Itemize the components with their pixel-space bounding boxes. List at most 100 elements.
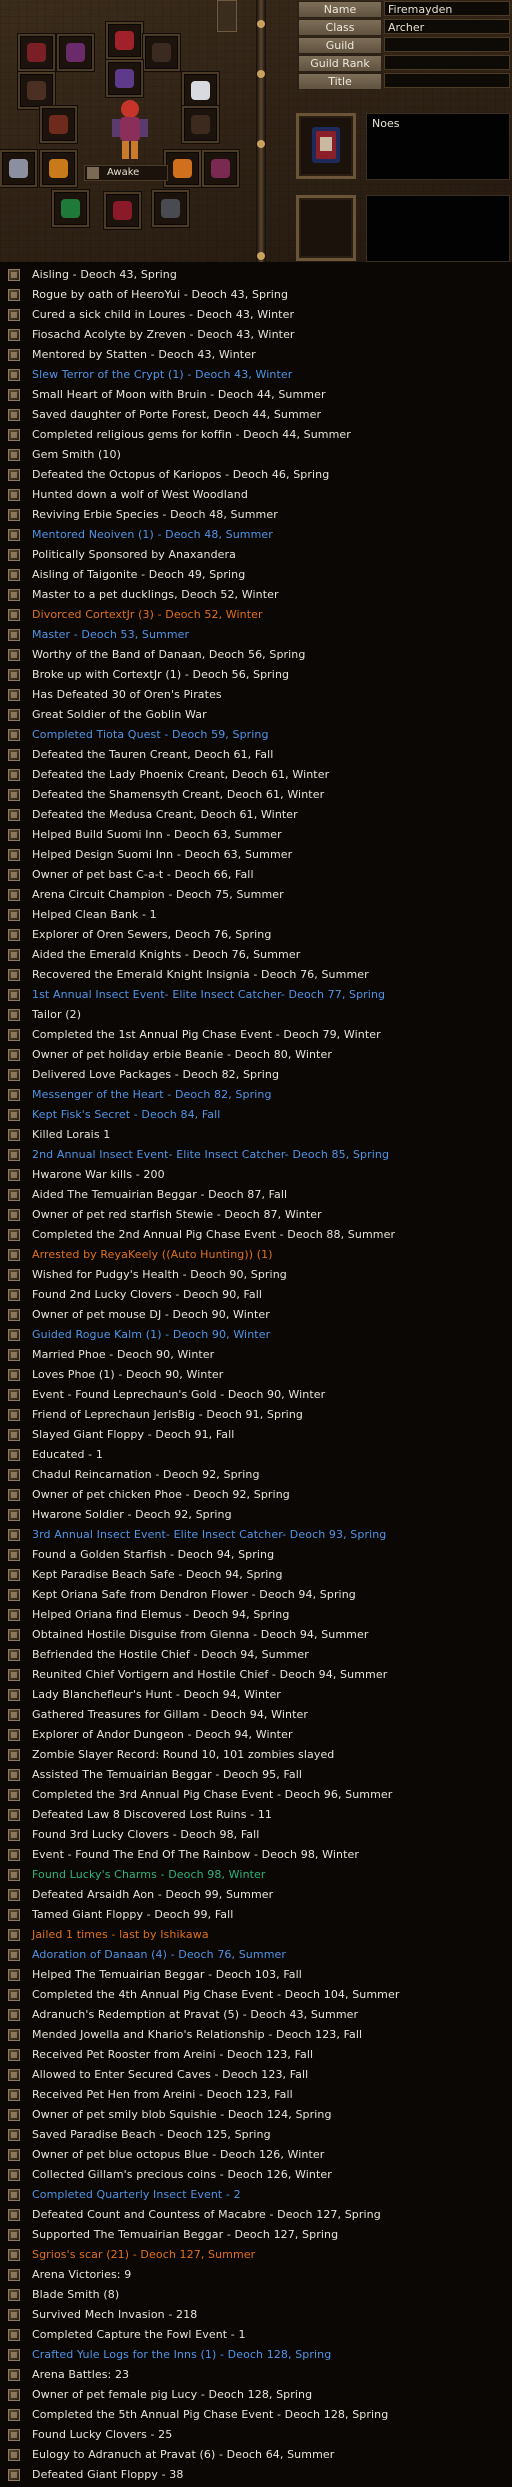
- legend-mark-row: Found a Golden Starfish - Deoch 94, Spri…: [0, 1545, 512, 1565]
- legend-mark-text: Saved daughter of Porte Forest, Deoch 44…: [32, 408, 322, 421]
- legend-mark-row: Loves Phoe (1) - Deoch 90, Winter: [0, 1365, 512, 1385]
- legend-mark-row: Owner of pet smily blob Squishie - Deoch…: [0, 2105, 512, 2125]
- equip-slot-right-ring[interactable]: [164, 150, 201, 187]
- equip-slot-earring[interactable]: [143, 34, 180, 71]
- legend-mark-text: Completed the 3rd Annual Pig Chase Event…: [32, 1788, 393, 1801]
- legend-mark-icon: [8, 1709, 20, 1721]
- equip-slot-left-hand[interactable]: [18, 72, 55, 109]
- legend-mark-icon: [8, 529, 20, 541]
- legend-mark-row: Adranuch's Redemption at Pravat (5) - De…: [0, 2005, 512, 2025]
- legend-mark-text: Event - Found The End Of The Rainbow - D…: [32, 1848, 359, 1861]
- legend-mark-icon: [8, 2189, 20, 2201]
- gauntlet-icon: [27, 81, 46, 100]
- legend-mark-text: Educated - 1: [32, 1448, 103, 1461]
- legend-mark-text: Defeated the Lady Phoenix Creant, Deoch …: [32, 768, 330, 781]
- accessory-icon: [161, 199, 180, 218]
- equip-slot-boots[interactable]: [104, 192, 141, 229]
- guild-rank-value: [384, 55, 510, 70]
- legend-mark-text: Owner of pet holiday erbie Beanie - Deoc…: [32, 1048, 332, 1061]
- equip-slot-gloves[interactable]: [0, 150, 37, 187]
- equip-slot-overcoat[interactable]: [182, 106, 219, 143]
- legend-mark-icon: [8, 2069, 20, 2081]
- legend-mark-text: Mentored by Statten - Deoch 43, Winter: [32, 348, 256, 361]
- legend-mark-icon: [8, 349, 20, 361]
- equip-slot-weapon[interactable]: [18, 34, 55, 71]
- legend-mark-icon: [8, 629, 20, 641]
- legend-mark-text: Zombie Slayer Record: Round 10, 101 zomb…: [32, 1748, 335, 1761]
- legend-mark-text: Messenger of the Heart - Deoch 82, Sprin…: [32, 1088, 272, 1101]
- legend-mark-icon: [8, 489, 20, 501]
- legend-mark-text: Helped Build Suomi Inn - Deoch 63, Summe…: [32, 828, 282, 841]
- legend-mark-text: Defeated Count and Countess of Macabre -…: [32, 2208, 381, 2221]
- legend-mark-row: Defeated the Octopus of Kariopos - Deoch…: [0, 465, 512, 485]
- legend-mark-row: Mentored Neoiven (1) - Deoch 48, Summer: [0, 525, 512, 545]
- legend-mark-text: 2nd Annual Insect Event- Elite Insect Ca…: [32, 1148, 390, 1161]
- legend-mark-row: Jailed 1 times - last by Ishikawa: [0, 1925, 512, 1945]
- legend-mark-text: Found 2nd Lucky Clovers - Deoch 90, Fall: [32, 1288, 263, 1301]
- legend-mark-text: Befriended the Hostile Chief - Deoch 94,…: [32, 1648, 309, 1661]
- legend-mark-icon: [8, 2089, 20, 2101]
- legend-mark-icon: [8, 1649, 20, 1661]
- legend-mark-text: Collected Gillam's precious coins - Deoc…: [32, 2168, 332, 2181]
- legend-mark-row: Arena Circuit Champion - Deoch 75, Summe…: [0, 885, 512, 905]
- legend-mark-row: Assisted The Temuairian Beggar - Deoch 9…: [0, 1765, 512, 1785]
- legend-mark-row: Completed Tiota Quest - Deoch 59, Spring: [0, 725, 512, 745]
- legend-mark-row: Master to a pet ducklings, Deoch 52, Win…: [0, 585, 512, 605]
- legend-mark-text: Explorer of Andor Dungeon - Deoch 94, Wi…: [32, 1728, 293, 1741]
- bow-icon: [49, 115, 68, 134]
- legend-mark-icon: [8, 1029, 20, 1041]
- legend-mark-text: Worthy of the Band of Danaan, Deoch 56, …: [32, 648, 306, 661]
- equip-slot-belt[interactable]: [202, 150, 239, 187]
- legend-mark-row: Gathered Treasures for Gillam - Deoch 94…: [0, 1705, 512, 1725]
- legend-mark-row: Helped Clean Bank - 1: [0, 905, 512, 925]
- legend-mark-icon: [8, 1669, 20, 1681]
- equip-slot-greaves[interactable]: [52, 190, 89, 227]
- legend-mark-row: Master - Deoch 53, Summer: [0, 625, 512, 645]
- legend-mark-row: Gem Smith (10): [0, 445, 512, 465]
- legend-mark-row: Befriended the Hostile Chief - Deoch 94,…: [0, 1645, 512, 1665]
- legend-mark-row: Aisling of Taigonite - Deoch 49, Spring: [0, 565, 512, 585]
- equip-slot-necklace[interactable]: [106, 60, 143, 97]
- legend-mark-row: Survived Mech Invasion - 218: [0, 2305, 512, 2325]
- legend-mark-icon: [8, 929, 20, 941]
- legend-mark-icon: [8, 1089, 20, 1101]
- legend-mark-icon: [8, 809, 20, 821]
- legend-mark-row: Helped The Temuairian Beggar - Deoch 103…: [0, 1965, 512, 1985]
- legend-mark-icon: [8, 869, 20, 881]
- legend-mark-text: Defeated Law 8 Discovered Lost Ruins - 1…: [32, 1808, 273, 1821]
- legend-mark-icon: [8, 2449, 20, 2461]
- equip-slot-shield[interactable]: [182, 72, 219, 109]
- legend-mark-icon: [8, 2329, 20, 2341]
- legend-mark-text: 3rd Annual Insect Event- Elite Insect Ca…: [32, 1528, 387, 1541]
- equip-slot-left-ring[interactable]: [40, 150, 77, 187]
- legend-mark-row: Allowed to Enter Secured Caves - Deoch 1…: [0, 2065, 512, 2085]
- equip-slot-armor[interactable]: [57, 34, 94, 71]
- legend-mark-icon: [8, 669, 20, 681]
- legend-mark-row: Defeated the Lady Phoenix Creant, Deoch …: [0, 765, 512, 785]
- legend-mark-row: Wished for Pudgy's Health - Deoch 90, Sp…: [0, 1265, 512, 1285]
- legend-mark-row: Found 2nd Lucky Clovers - Deoch 90, Fall: [0, 1285, 512, 1305]
- equip-slot-bow[interactable]: [40, 106, 77, 143]
- legend-mark-icon: [8, 949, 20, 961]
- legend-mark-icon: [8, 1349, 20, 1361]
- legend-mark-row: Arena Victories: 9: [0, 2265, 512, 2285]
- legend-mark-row: Owner of pet chicken Phoe - Deoch 92, Sp…: [0, 1485, 512, 1505]
- legend-mark-text: Rogue by oath of HeeroYui - Deoch 43, Sp…: [32, 288, 289, 301]
- legend-mark-icon: [8, 1189, 20, 1201]
- equip-slot-helmet[interactable]: [106, 22, 143, 59]
- legend-mark-row: Found Lucky Clovers - 25: [0, 2425, 512, 2445]
- legend-mark-icon: [8, 1689, 20, 1701]
- legend-mark-icon: [8, 1869, 20, 1881]
- legend-mark-text: Guided Rogue Kalm (1) - Deoch 90, Winter: [32, 1328, 271, 1341]
- legend-mark-text: Slew Terror of the Crypt (1) - Deoch 43,…: [32, 368, 293, 381]
- legend-mark-row: Kept Paradise Beach Safe - Deoch 94, Spr…: [0, 1565, 512, 1585]
- legend-mark-row: Defeated Count and Countess of Macabre -…: [0, 2205, 512, 2225]
- legend-mark-row: Found 3rd Lucky Clovers - Deoch 98, Fall: [0, 1825, 512, 1845]
- boots-icon: [113, 201, 132, 220]
- equip-slot-accessory[interactable]: [152, 190, 189, 227]
- legend-mark-text: Completed Quarterly Insect Event - 2: [32, 2188, 241, 2201]
- legend-mark-row: Tamed Giant Floppy - Deoch 99, Fall: [0, 1905, 512, 1925]
- legend-mark-icon: [8, 2109, 20, 2121]
- legend-mark-text: Hwarone War kills - 200: [32, 1168, 165, 1181]
- legend-mark-text: Lady Blanchefleur's Hunt - Deoch 94, Win…: [32, 1688, 281, 1701]
